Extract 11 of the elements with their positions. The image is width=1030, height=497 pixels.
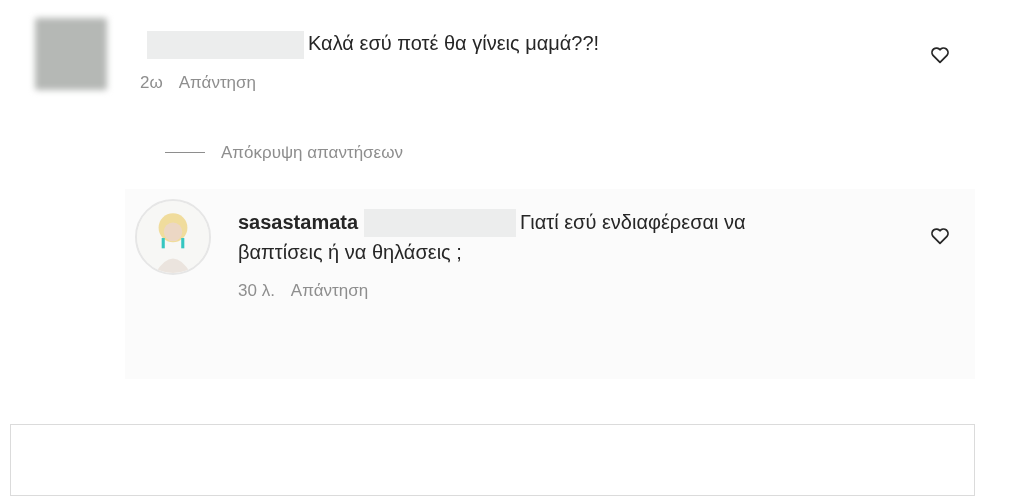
heart-icon[interactable] [930, 46, 950, 64]
reply-link[interactable]: Απάντηση [178, 72, 256, 93]
comment-text: Καλά εσύ ποτέ θα γίνεις μαμά??! [147, 28, 930, 59]
reply-time: 30 λ. [238, 281, 275, 302]
heart-icon[interactable] [930, 226, 950, 245]
comment-time: 2ω [140, 72, 163, 93]
reply-link[interactable]: Απάντηση [290, 281, 369, 302]
hide-replies-link[interactable]: Απόκρυψη απαντήσεων [165, 142, 1030, 163]
reply-text: sasastamata Γιατί εσύ ενδιαφέρεσαι να βαπτίσεις ή να θηλάσεις ; [238, 208, 747, 266]
comment-box[interactable] [10, 423, 975, 496]
avatar[interactable] [35, 18, 107, 90]
